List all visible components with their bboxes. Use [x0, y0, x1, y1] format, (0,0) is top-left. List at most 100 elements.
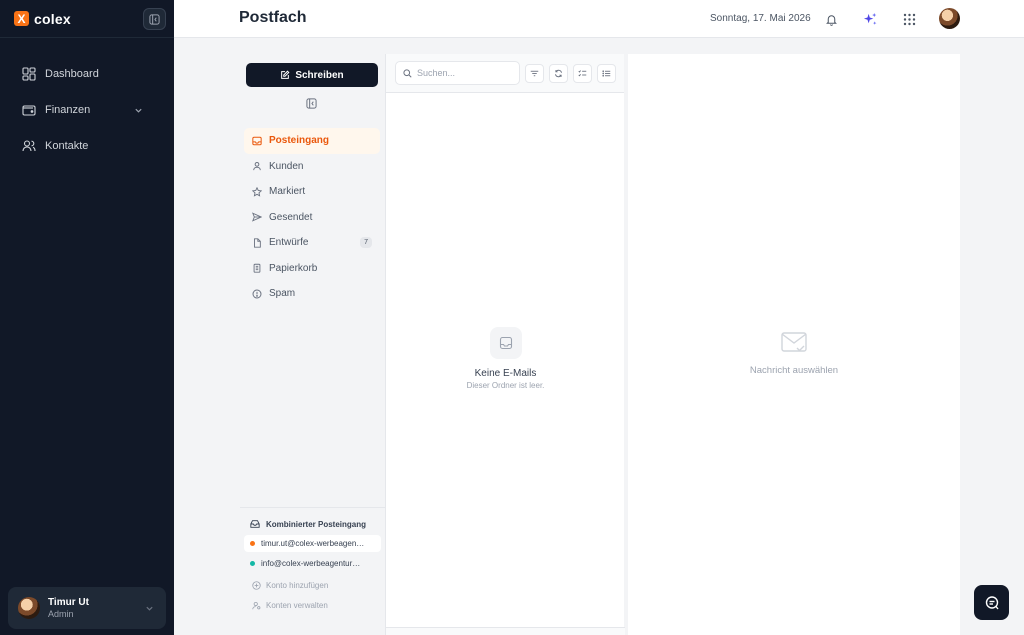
folder-sent[interactable]: Gesendet — [244, 205, 380, 231]
nav-item-kontakte[interactable]: Kontakte — [0, 128, 174, 164]
notifications-button[interactable] — [823, 11, 839, 27]
account-item[interactable]: timur.ut@colex-werbeagen… — [244, 535, 381, 552]
manage-accounts-label: Konten verwalten — [266, 600, 328, 610]
wallet-icon — [22, 105, 36, 116]
combined-inbox[interactable]: Kombinierter Posteingang — [240, 516, 385, 532]
user-settings-icon — [252, 601, 261, 609]
current-date: Sonntag, 17. Mai 2026 — [710, 13, 811, 24]
folder-panel: Schreiben Posteingang Kunden Markiert Ge… — [240, 54, 385, 635]
user-role: Admin — [48, 609, 74, 619]
chat-icon — [985, 595, 999, 609]
alert-icon — [252, 289, 262, 299]
folder-label: Entwürfe — [269, 237, 309, 249]
accounts-section: Kombinierter Posteingang timur.ut@colex-… — [240, 507, 385, 615]
account-email: timur.ut@colex-werbeagen… — [261, 539, 365, 548]
refresh-button[interactable] — [549, 64, 568, 83]
message-reader-panel: Nachricht auswählen — [628, 54, 960, 635]
sidebar-collapse-icon — [149, 13, 160, 25]
sparkles-icon — [863, 12, 876, 25]
brand-logo[interactable]: X — [14, 11, 29, 26]
folder-label: Papierkorb — [269, 262, 318, 274]
apps-grid-icon — [903, 13, 915, 25]
top-header: Postfach Sonntag, 17. Mai 2026 — [174, 0, 1024, 38]
search-box[interactable] — [395, 61, 520, 85]
reader-empty-state: Nachricht auswählen — [628, 332, 960, 376]
manage-accounts-button[interactable]: Konten verwalten — [240, 595, 385, 615]
filter-button[interactable] — [525, 64, 544, 83]
user-menu[interactable]: Timur Ut Admin — [8, 587, 166, 629]
collapse-sidebar-button[interactable] — [143, 8, 166, 30]
search-icon — [403, 68, 412, 78]
panel-collapse-icon — [306, 98, 317, 109]
chevron-down-icon — [146, 606, 153, 611]
folder-drafts[interactable]: Entwürfe 7 — [244, 230, 380, 256]
empty-state: Keine E-Mails Dieser Ordner ist leer. — [386, 327, 625, 390]
user-name: Timur Ut — [48, 597, 89, 608]
account-item[interactable]: info@colex-werbeagentur… — [244, 555, 381, 572]
nav-item-label: Dashboard — [45, 68, 99, 80]
compose-button[interactable]: Schreiben — [246, 63, 378, 87]
list-footer — [386, 627, 625, 635]
reader-placeholder: Nachricht auswählen — [749, 365, 839, 376]
empty-title: Keine E-Mails — [474, 368, 537, 379]
main-sidebar: X colex Dashboard Finanzen Kontakte Timu… — [0, 0, 174, 635]
compose-label: Schreiben — [295, 69, 344, 81]
message-list-panel: Keine E-Mails Dieser Ordner ist leer. — [385, 54, 625, 635]
chat-button[interactable] — [974, 585, 1009, 620]
nav-item-label: Kontakte — [45, 140, 89, 152]
account-color-dot — [250, 541, 255, 546]
brand: X colex — [0, 0, 174, 38]
combined-inbox-label: Kombinierter Posteingang — [266, 519, 367, 529]
add-account-button[interactable]: Konto hinzufügen — [240, 575, 385, 595]
list-icon — [602, 70, 611, 77]
nav-item-label: Finanzen — [45, 104, 91, 116]
folder-label: Markiert — [269, 186, 306, 198]
mail-check-icon — [781, 332, 807, 352]
users-icon — [22, 140, 36, 152]
search-input[interactable] — [417, 68, 507, 78]
inbox-stack-icon — [250, 520, 260, 528]
ai-assistant-button[interactable] — [862, 11, 878, 27]
folder-trash[interactable]: Papierkorb — [244, 256, 380, 282]
filter-icon — [530, 70, 539, 77]
chevron-down-icon — [135, 108, 142, 113]
grid-icon — [22, 67, 36, 81]
user-info: Timur Ut Admin — [48, 597, 89, 619]
add-account-label: Konto hinzufügen — [266, 580, 329, 590]
folder-label: Spam — [269, 288, 296, 300]
brand-name[interactable]: colex — [34, 11, 71, 27]
plus-circle-icon — [252, 580, 261, 590]
folder-label: Posteingang — [269, 135, 330, 147]
folder-customers[interactable]: Kunden — [244, 154, 380, 180]
folder-starred[interactable]: Markiert — [244, 179, 380, 205]
checklist-icon — [578, 70, 587, 77]
nav-item-finanzen[interactable]: Finanzen — [0, 92, 174, 128]
avatar[interactable] — [939, 8, 960, 29]
send-icon — [252, 212, 262, 222]
select-mode-button[interactable] — [573, 64, 592, 83]
refresh-icon — [555, 69, 562, 78]
empty-inbox-icon — [489, 327, 522, 359]
file-icon — [254, 238, 261, 248]
list-toolbar — [386, 54, 624, 93]
page-title: Postfach — [239, 9, 307, 26]
star-icon — [252, 186, 262, 197]
collapse-folders-button[interactable] — [306, 96, 317, 114]
account-color-dot — [250, 561, 255, 566]
folder-label: Gesendet — [269, 211, 313, 223]
folder-list: Posteingang Kunden Markiert Gesendet Ent… — [244, 128, 380, 307]
view-mode-button[interactable] — [597, 64, 616, 83]
trash-icon — [253, 264, 261, 273]
edit-icon — [281, 70, 290, 79]
account-email: info@colex-werbeagentur… — [261, 559, 361, 568]
main-nav: Dashboard Finanzen Kontakte — [0, 38, 174, 164]
apps-button[interactable] — [901, 11, 917, 27]
avatar — [18, 597, 40, 619]
inbox-icon — [252, 136, 262, 145]
bell-icon — [825, 14, 837, 26]
folder-spam[interactable]: Spam — [244, 281, 380, 307]
folder-inbox[interactable]: Posteingang — [244, 128, 380, 154]
user-icon — [253, 162, 261, 171]
folder-label: Kunden — [269, 160, 304, 172]
nav-item-dashboard[interactable]: Dashboard — [0, 56, 174, 92]
